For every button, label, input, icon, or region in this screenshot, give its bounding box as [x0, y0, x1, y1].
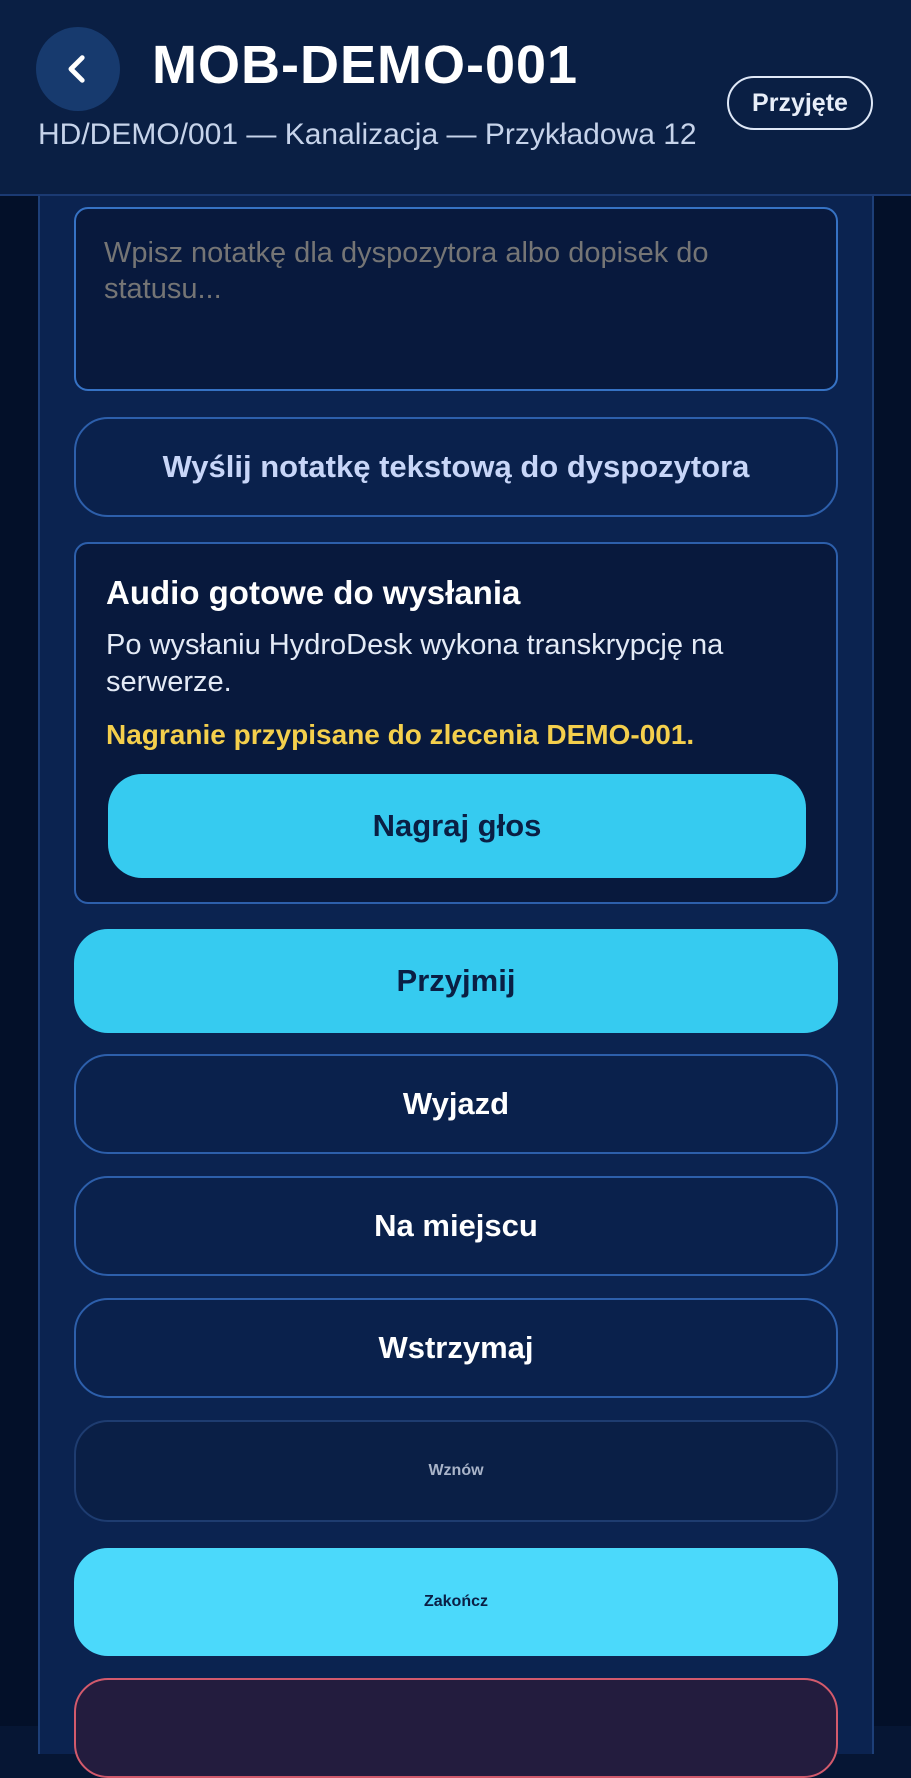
audio-warning: Nagranie przypisane do zlecenia DEMO-001…	[106, 719, 695, 750]
page-title: MOB-DEMO-001	[152, 35, 579, 95]
back-button[interactable]	[36, 27, 120, 111]
finish-button[interactable]: Zakończ	[74, 1548, 838, 1656]
resume-button[interactable]: Wznów	[74, 1420, 838, 1522]
depart-button[interactable]: Wyjazd	[74, 1054, 838, 1154]
status-badge: Przyjęte	[727, 76, 873, 130]
pause-button[interactable]: Wstrzymaj	[74, 1298, 838, 1398]
note-textarea[interactable]	[74, 207, 838, 391]
order-subtitle: HD/DEMO/001 — Kanalizacja — Przykładowa …	[38, 118, 697, 151]
audio-panel: Audio gotowe do wysłania Po wysłaniu Hyd…	[74, 542, 838, 904]
right-gutter	[873, 0, 911, 1726]
on-site-button[interactable]: Na miejscu	[74, 1176, 838, 1276]
left-gutter	[0, 0, 38, 1726]
chevron-left-icon	[68, 55, 85, 83]
audio-description: Po wysłaniu HydroDesk wykona transkrypcj…	[106, 629, 724, 698]
audio-title: Audio gotowe do wysłania	[106, 574, 521, 611]
danger-button-partial[interactable]	[74, 1678, 838, 1778]
send-note-button[interactable]: Wyślij notatkę tekstową do dyspozytora	[74, 417, 838, 517]
accept-button[interactable]: Przyjmij	[74, 929, 838, 1033]
app-header: MOB-DEMO-001 HD/DEMO/001 — Kanalizacja —…	[0, 0, 911, 196]
record-voice-button[interactable]: Nagraj głos	[108, 774, 806, 878]
